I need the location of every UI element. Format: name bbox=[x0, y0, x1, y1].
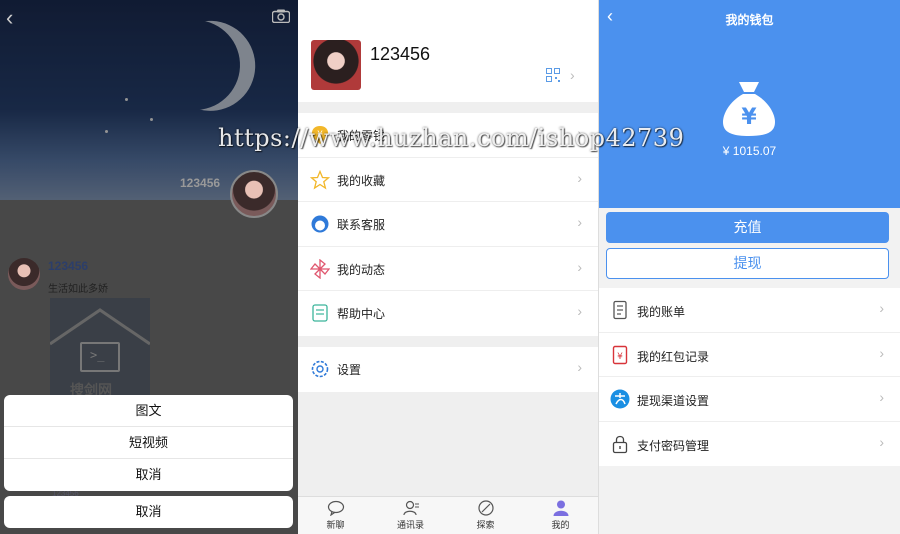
chevron-right-icon: › bbox=[577, 258, 582, 275]
gear-icon bbox=[311, 360, 329, 378]
menu-item-settings[interactable]: 设置 › bbox=[298, 347, 598, 392]
menu-item-label: 支付密码管理 bbox=[637, 438, 710, 453]
action-sheet: 图文 短视频 取消 bbox=[4, 395, 293, 491]
sheet-item-cancel[interactable]: 取消 bbox=[4, 459, 293, 491]
tab-label: 我的 bbox=[551, 520, 570, 530]
menu-item-favorites[interactable]: 我的收藏 › bbox=[298, 158, 598, 202]
menu-item-label: 设置 bbox=[337, 363, 362, 377]
menu-item-label: 我的零钱 bbox=[337, 129, 386, 143]
service-icon bbox=[311, 215, 329, 233]
camera-icon[interactable] bbox=[272, 9, 290, 23]
menu-item-label: 我的红包记录 bbox=[637, 349, 710, 364]
moments-screen: ‹ 123456 123456 生活如此多娇 >_ 搜剑网 123456 图文 … bbox=[0, 0, 298, 534]
chevron-right-icon: › bbox=[570, 67, 575, 83]
sheet-item-short-video[interactable]: 短视频 bbox=[4, 427, 293, 459]
terminal-icon: >_ bbox=[80, 342, 120, 372]
svg-text:¥: ¥ bbox=[741, 105, 757, 130]
chevron-right-icon: › bbox=[577, 169, 582, 186]
money-bag-icon: ¥ bbox=[723, 82, 775, 136]
back-icon[interactable]: ‹ bbox=[6, 6, 26, 30]
pinwheel-icon bbox=[310, 258, 330, 279]
svg-text:¥: ¥ bbox=[317, 130, 323, 140]
bill-icon bbox=[613, 300, 627, 320]
chevron-right-icon: › bbox=[879, 300, 884, 316]
wallet-menu: 我的账单 › ¥ 我的红包记录 › 提现渠道设置 › 支付密码管理 › bbox=[599, 288, 900, 466]
tab-contacts[interactable]: 通讯录 bbox=[373, 497, 448, 534]
lock-icon bbox=[612, 435, 628, 453]
menu-item-label: 我的动态 bbox=[337, 262, 386, 277]
menu-item-label: 帮助中心 bbox=[337, 307, 386, 321]
menu-item-help[interactable]: 帮助中心 › bbox=[298, 291, 598, 336]
alipay-icon bbox=[610, 389, 630, 409]
tab-label: 新聊 bbox=[326, 520, 345, 530]
wallet-header: ‹ 我的钱包 ¥ ¥ 1015.07 bbox=[599, 0, 900, 208]
menu-item-moments[interactable]: 我的动态 › bbox=[298, 247, 598, 291]
chevron-right-icon: › bbox=[879, 389, 884, 405]
menu-item-label: 我的账单 bbox=[637, 305, 686, 319]
post-avatar[interactable] bbox=[8, 258, 40, 290]
wallet-screen: ‹ 我的钱包 ¥ ¥ 1015.07 充值 提现 我的账单 › ¥ 我的红包记录… bbox=[599, 0, 900, 534]
menu-item-customer-service[interactable]: 联系客服 › bbox=[298, 202, 598, 247]
me-menu-group-1: ¥ 我的零钱 › 我的收藏 › 联系客服 › 我的动态 › 帮助中心 › bbox=[298, 113, 598, 336]
withdraw-button[interactable]: 提现 bbox=[606, 248, 889, 279]
chat-bubble-icon bbox=[327, 500, 344, 516]
chevron-right-icon: › bbox=[879, 433, 884, 450]
menu-item-label: 联系客服 bbox=[337, 218, 386, 232]
me-screen: 123456 › ¥ 我的零钱 › 我的收藏 › 联系客服 › 我的动态 › 帮… bbox=[298, 0, 598, 534]
chevron-right-icon: › bbox=[577, 125, 582, 141]
chevron-right-icon: › bbox=[577, 214, 582, 230]
chevron-right-icon: › bbox=[879, 344, 884, 361]
contacts-icon bbox=[402, 500, 419, 516]
menu-item-red-packets[interactable]: ¥ 我的红包记录 › bbox=[599, 333, 900, 377]
house-roof-graphic bbox=[50, 308, 150, 346]
star-icon bbox=[310, 169, 330, 189]
chevron-right-icon: › bbox=[577, 303, 582, 319]
chevron-right-icon: › bbox=[577, 359, 582, 375]
menu-item-bills[interactable]: 我的账单 › bbox=[599, 288, 900, 333]
profile-username: 123456 bbox=[370, 44, 431, 64]
sheet-item-text-image[interactable]: 图文 bbox=[4, 395, 293, 427]
compass-icon bbox=[477, 500, 494, 516]
wallet-balance: ¥ 1015.07 bbox=[722, 144, 777, 158]
bottom-tab-bar: 新聊 通讯录 探索 我的 bbox=[298, 496, 598, 534]
menu-item-label: 提现渠道设置 bbox=[637, 394, 710, 408]
tab-chats[interactable]: 新聊 bbox=[298, 497, 373, 534]
tab-me[interactable]: 我的 bbox=[523, 497, 598, 534]
tab-explore[interactable]: 探索 bbox=[448, 497, 523, 534]
avatar[interactable] bbox=[311, 40, 361, 90]
profile-card[interactable]: 123456 › bbox=[298, 0, 598, 102]
sheet-cancel-button[interactable]: 取消 bbox=[4, 496, 293, 528]
menu-item-payment-password[interactable]: 支付密码管理 › bbox=[599, 422, 900, 467]
post-image[interactable]: >_ 搜剑网 bbox=[50, 298, 150, 398]
menu-item-withdraw-channel[interactable]: 提现渠道设置 › bbox=[599, 377, 900, 422]
cover-username: 123456 bbox=[180, 176, 221, 190]
post-author[interactable]: 123456 bbox=[48, 259, 88, 273]
cover-avatar[interactable] bbox=[230, 170, 278, 218]
menu-item-label: 我的收藏 bbox=[337, 173, 386, 188]
qr-code-icon[interactable] bbox=[546, 68, 560, 82]
recharge-button[interactable]: 充值 bbox=[606, 212, 889, 243]
red-packet-icon: ¥ bbox=[612, 345, 628, 364]
svg-text:¥: ¥ bbox=[617, 352, 623, 362]
tab-label: 探索 bbox=[476, 520, 495, 530]
me-menu-group-2: 设置 › bbox=[298, 347, 598, 392]
post-text: 生活如此多娇 bbox=[48, 284, 108, 295]
tab-label: 通讯录 bbox=[396, 520, 424, 530]
wallet-icon: ¥ bbox=[312, 126, 328, 144]
menu-item-wallet[interactable]: ¥ 我的零钱 › bbox=[298, 113, 598, 158]
person-icon bbox=[553, 500, 568, 516]
help-icon bbox=[312, 304, 328, 322]
page-title: 我的钱包 bbox=[725, 13, 774, 27]
